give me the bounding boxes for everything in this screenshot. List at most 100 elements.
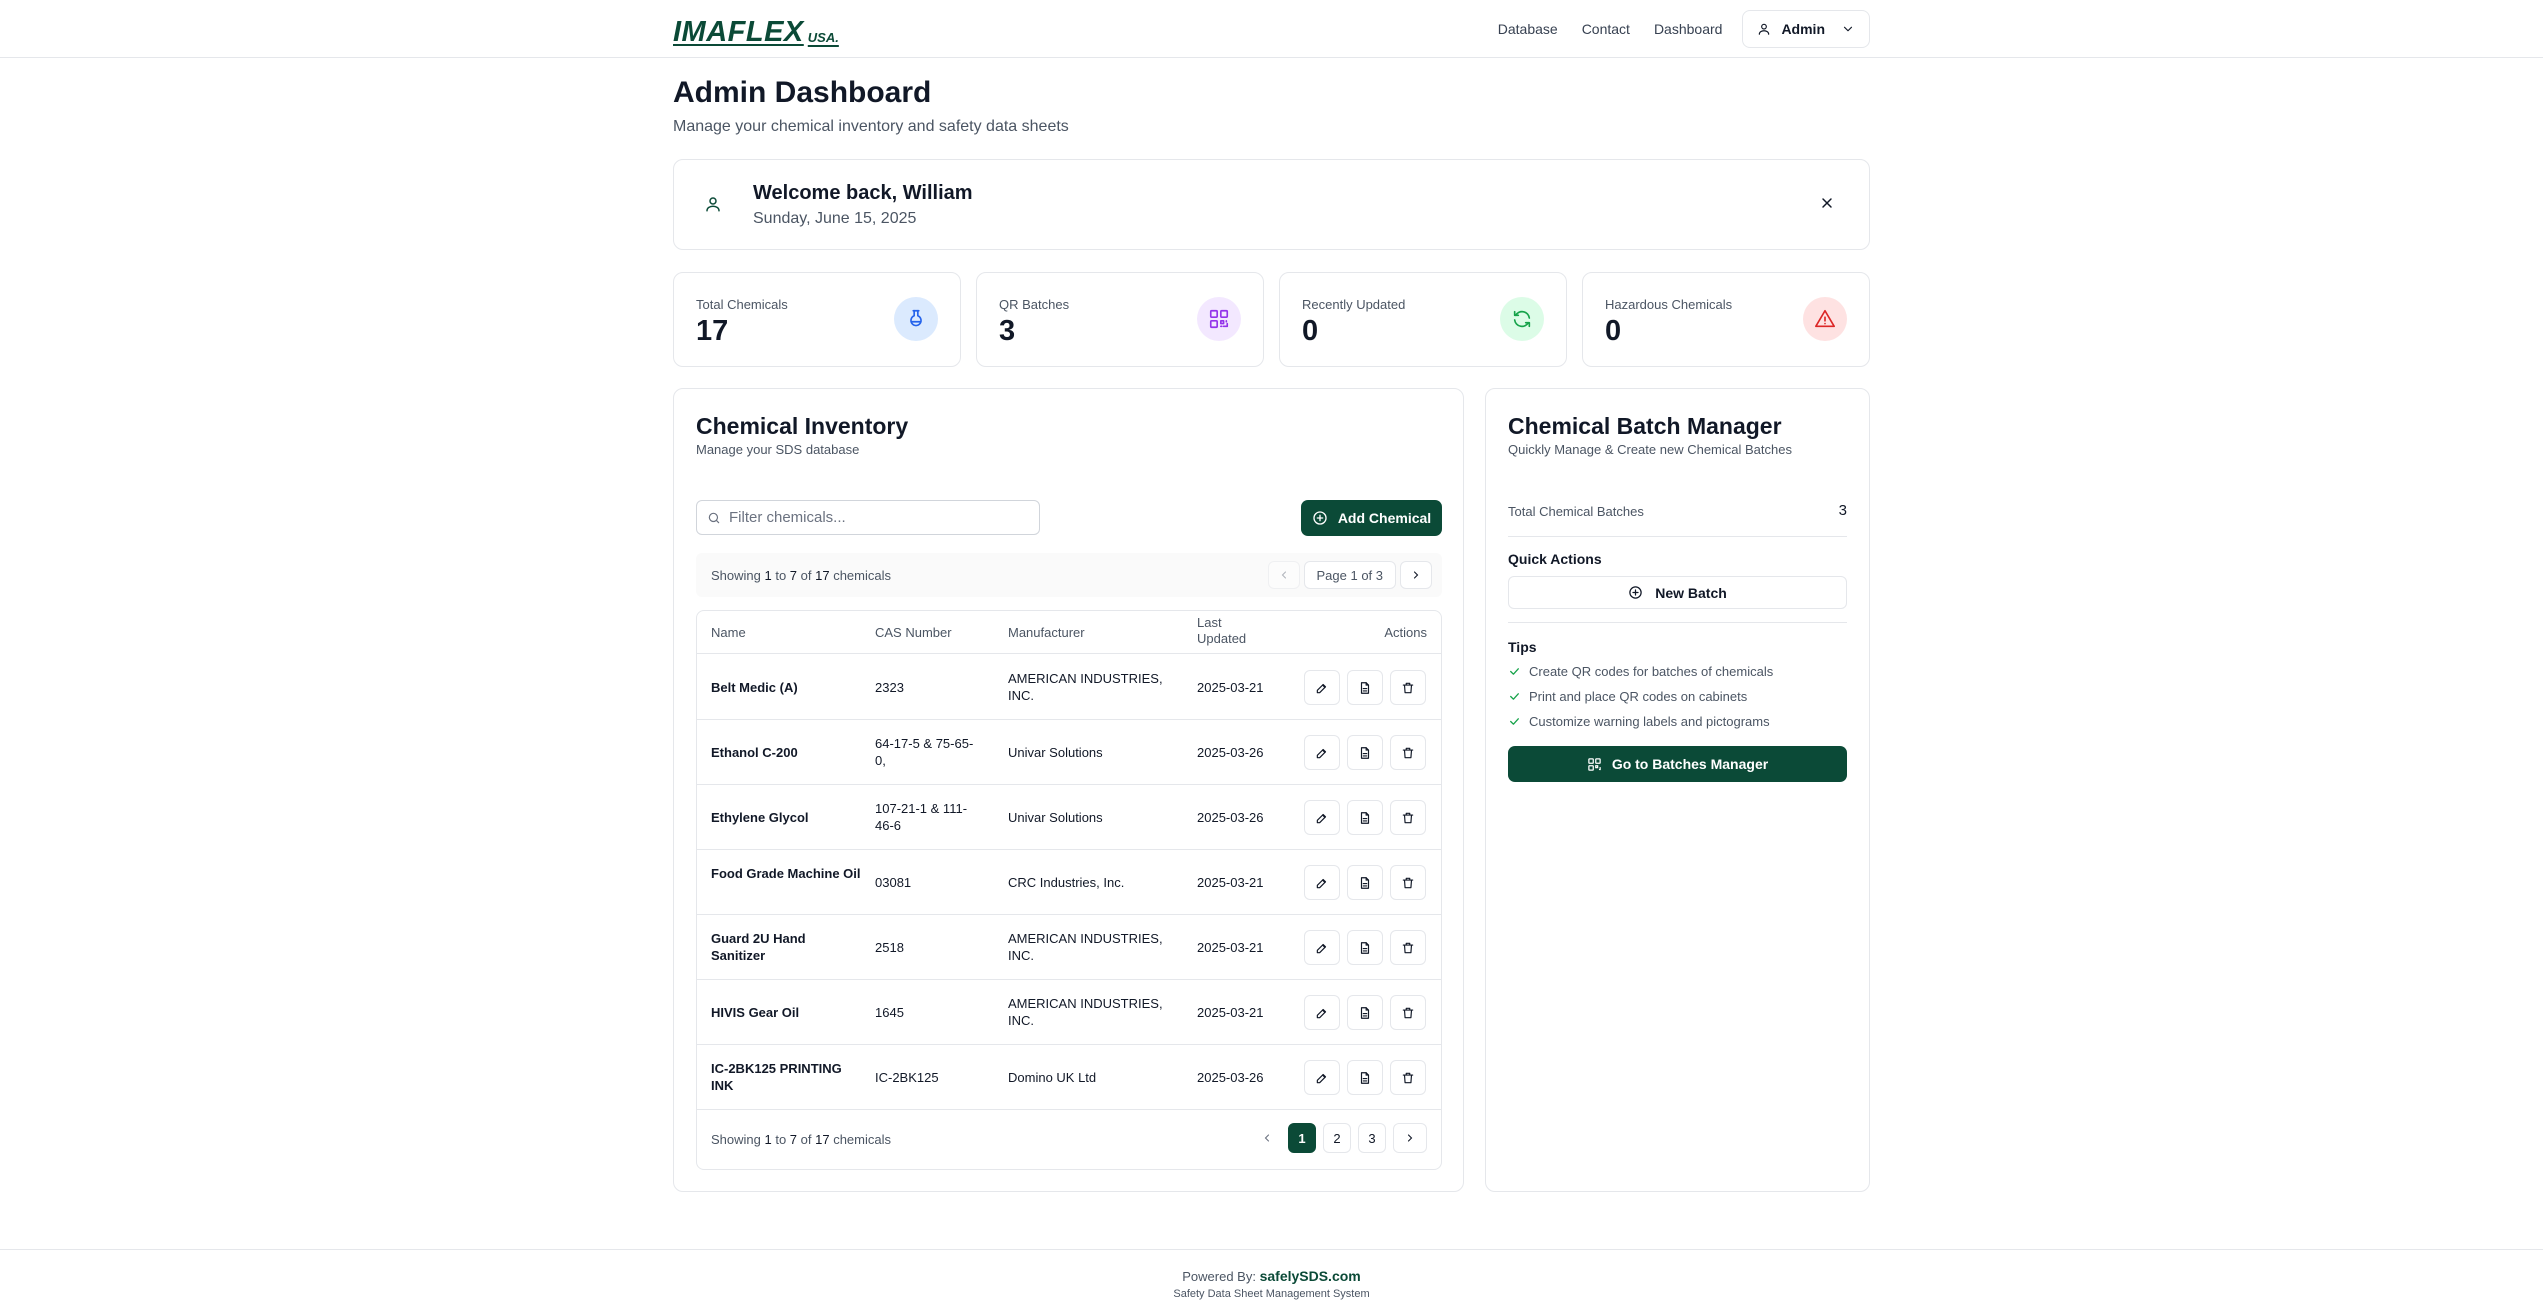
top-nav: IMAFLEX USA. Database Contact Dashboard … [0, 0, 2543, 58]
table-row[interactable]: IC-2BK125 PRINTING INK IC-2BK125 Domino UK… [697, 1045, 1441, 1110]
add-chemical-button[interactable]: Add Chemical [1301, 500, 1442, 536]
stat-value: 0 [1605, 315, 1622, 347]
document-icon [1358, 1071, 1372, 1085]
cell-last-updated: 2025-03-26 [1197, 745, 1264, 760]
view-sds-button[interactable] [1347, 735, 1383, 770]
stat-label: Hazardous Chemicals [1605, 297, 1733, 312]
plus-circle-icon [1628, 585, 1643, 600]
cell-cas-number: 03081 [875, 875, 912, 890]
cell-name: Ethylene Glycol [711, 810, 809, 825]
filter-field [696, 500, 1040, 535]
table-row[interactable]: Food Grade Machine Oil 03081 CRC Industrie… [697, 850, 1441, 915]
divider [1508, 622, 1847, 623]
column-header-last-updated[interactable]: Last Updated [1197, 615, 1246, 647]
edit-button[interactable] [1304, 865, 1340, 900]
view-sds-button[interactable] [1347, 1060, 1383, 1095]
cell-manufacturer: Univar Solutions [1008, 810, 1103, 825]
delete-button[interactable] [1390, 1060, 1426, 1095]
total-batches-label: Total Chemical Batches [1508, 504, 1644, 519]
table-row[interactable]: Belt Medic (A) 2323 AMERICAN INDUSTRIES, I… [697, 655, 1441, 720]
edit-icon [1315, 681, 1329, 695]
results-count: Showing 1 to 7 of 17 chemicals [711, 1132, 891, 1147]
view-sds-button[interactable] [1347, 670, 1383, 705]
next-page-button[interactable] [1393, 1123, 1427, 1153]
footer: Powered By: safelySDS.com Safety Data Sh… [0, 1249, 2543, 1314]
new-batch-button[interactable]: New Batch [1508, 576, 1847, 609]
inventory-subtitle: Manage your SDS database [696, 442, 860, 457]
user-icon [1757, 22, 1771, 36]
view-sds-button[interactable] [1347, 800, 1383, 835]
column-header-manufacturer[interactable]: Manufacturer [1008, 625, 1085, 641]
powered-by: Powered By: safelySDS.com [1182, 1268, 1361, 1284]
user-menu-button[interactable]: Admin [1742, 10, 1870, 48]
nav-link-dashboard[interactable]: Dashboard [1654, 21, 1723, 37]
edit-button[interactable] [1304, 800, 1340, 835]
warning-icon [1803, 297, 1847, 341]
view-sds-button[interactable] [1347, 865, 1383, 900]
delete-button[interactable] [1390, 735, 1426, 770]
footer-subtitle: Safety Data Sheet Management System [1173, 1288, 1370, 1300]
nav-link-database[interactable]: Database [1498, 21, 1558, 37]
edit-button[interactable] [1304, 1060, 1340, 1095]
table-row[interactable]: Guard 2U Hand Sanitizer 2518 AMERICAN INDU… [697, 915, 1441, 980]
divider [1508, 536, 1847, 537]
stat-label: QR Batches [999, 297, 1070, 312]
filter-chemicals-input[interactable] [729, 509, 1029, 526]
stat-card-hazardous-chemicals: Hazardous Chemicals 0 [1582, 272, 1870, 367]
row-actions [1304, 1060, 1426, 1095]
close-icon[interactable] [1819, 195, 1835, 211]
prev-page-button[interactable] [1253, 1123, 1281, 1153]
column-header-cas[interactable]: CAS Number [875, 625, 952, 641]
view-sds-button[interactable] [1347, 930, 1383, 965]
edit-button[interactable] [1304, 930, 1340, 965]
trash-icon [1401, 876, 1415, 890]
go-to-batches-manager-button[interactable]: Go to Batches Manager [1508, 746, 1847, 782]
document-icon [1358, 1006, 1372, 1020]
edit-button[interactable] [1304, 995, 1340, 1030]
cell-manufacturer: Univar Solutions [1008, 745, 1103, 760]
table-row[interactable]: Ethylene Glycol 107-21-1 & 111-46-6 Univar… [697, 785, 1441, 850]
nav-link-contact[interactable]: Contact [1582, 21, 1630, 37]
column-header-name[interactable]: Name [711, 625, 746, 641]
flask-icon [894, 297, 938, 341]
footer-brand-link[interactable]: safelySDS.com [1260, 1268, 1361, 1284]
prev-page-button[interactable] [1267, 561, 1300, 589]
delete-button[interactable] [1390, 670, 1426, 705]
cell-name: Food Grade Machine Oil [711, 866, 861, 881]
edit-button[interactable] [1304, 735, 1340, 770]
cell-last-updated: 2025-03-21 [1197, 680, 1264, 695]
document-icon [1358, 941, 1372, 955]
results-bar-bottom: Showing 1 to 7 of 17 chemicals 1 2 3 [697, 1110, 1441, 1169]
page-subtitle: Manage your chemical inventory and safet… [673, 118, 1069, 135]
trash-icon [1401, 681, 1415, 695]
page-indicator: Page 1 of 3 [1303, 561, 1396, 589]
cell-manufacturer: AMERICAN INDUSTRIES, INC. [1008, 996, 1163, 1028]
view-sds-button[interactable] [1347, 995, 1383, 1030]
delete-button[interactable] [1390, 995, 1426, 1030]
check-icon [1508, 665, 1521, 678]
delete-button[interactable] [1390, 865, 1426, 900]
imaflex-logo[interactable]: IMAFLEX USA. [673, 14, 839, 47]
delete-button[interactable] [1390, 800, 1426, 835]
delete-button[interactable] [1390, 930, 1426, 965]
table-row[interactable]: Ethanol C-200 64-17-5 & 75-65-0, Univar So… [697, 720, 1441, 785]
trash-icon [1401, 811, 1415, 825]
document-icon [1358, 876, 1372, 890]
next-page-button[interactable] [1400, 561, 1432, 589]
page-button-3[interactable]: 3 [1358, 1123, 1386, 1153]
quick-actions-title: Quick Actions [1508, 551, 1602, 567]
trash-icon [1401, 746, 1415, 760]
user-menu-label: Admin [1781, 21, 1825, 37]
column-header-actions: Actions [1384, 625, 1427, 640]
cell-manufacturer: Domino UK Ltd [1008, 1070, 1097, 1085]
stat-card-recently-updated: Recently Updated 0 [1279, 272, 1567, 367]
edit-button[interactable] [1304, 670, 1340, 705]
add-chemical-label: Add Chemical [1337, 510, 1432, 526]
page-button-2[interactable]: 2 [1323, 1123, 1351, 1153]
table-row[interactable]: HIVIS Gear Oil 1645 AMERICAN INDUSTRIES, I… [697, 980, 1441, 1045]
chemical-batch-manager-panel: Chemical Batch Manager Quickly Manage & … [1485, 388, 1870, 1192]
stat-value: 17 [696, 315, 729, 347]
cell-cas-number: 2323 [875, 680, 904, 695]
stat-card-qr-batches: QR Batches 3 [976, 272, 1264, 367]
page-button-1[interactable]: 1 [1288, 1123, 1316, 1153]
